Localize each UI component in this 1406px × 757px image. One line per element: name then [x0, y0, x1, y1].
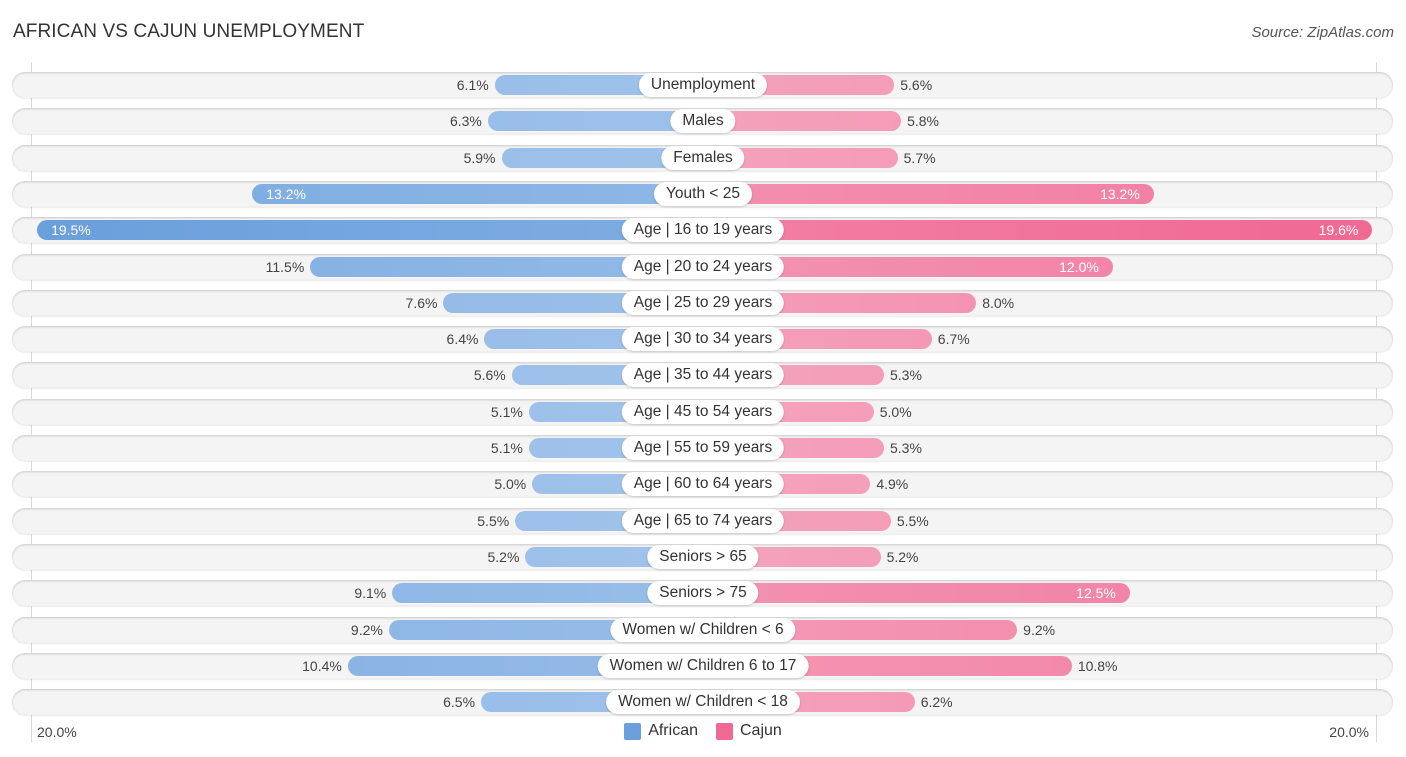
category-label-males: Males	[670, 109, 736, 133]
bar-cajun-age-16-to-19-years[interactable]	[703, 220, 1373, 240]
value-label-african-seniors-75: 9.1%	[354, 585, 387, 601]
value-label-cajun-age-16-to-19-years: 19.6%	[1318, 222, 1359, 238]
value-label-african-women-w-children-18: 6.5%	[443, 694, 476, 710]
value-label-african-age-45-to-54-years: 5.1%	[490, 404, 523, 420]
value-label-cajun-age-25-to-29-years: 8.0%	[982, 295, 1015, 311]
value-label-african-women-w-children-6: 9.2%	[350, 622, 383, 638]
value-label-african-age-25-to-29-years: 7.6%	[405, 295, 438, 311]
value-label-cajun-age-35-to-44-years: 5.3%	[889, 367, 922, 383]
category-label-women-w-children-18: Women w/ Children < 18	[606, 690, 800, 714]
category-label-unemployment: Unemployment	[638, 73, 768, 97]
category-label-age-20-to-24-years: Age | 20 to 24 years	[621, 255, 785, 279]
value-label-african-age-30-to-34-years: 6.4%	[446, 331, 479, 347]
value-label-cajun-males: 5.8%	[907, 113, 939, 129]
value-label-cajun-youth-25: 13.2%	[1100, 186, 1140, 202]
category-label-age-55-to-59-years: Age | 55 to 59 years	[621, 436, 785, 460]
category-label-age-25-to-29-years: Age | 25 to 29 years	[621, 291, 785, 315]
category-label-women-w-children-6-to-17: Women w/ Children 6 to 17	[597, 654, 809, 678]
value-label-african-seniors-65: 5.2%	[487, 549, 520, 565]
value-label-cajun-women-w-children-18: 6.2%	[920, 694, 953, 710]
category-label-youth-25: Youth < 25	[654, 182, 752, 206]
value-label-cajun-age-45-to-54-years: 5.0%	[879, 404, 912, 420]
legend-item-cajun[interactable]: Cajun	[715, 722, 782, 740]
value-label-cajun-seniors-65: 5.2%	[886, 549, 919, 565]
category-label-age-65-to-74-years: Age | 65 to 74 years	[621, 509, 785, 533]
category-label-seniors-65: Seniors > 65	[647, 545, 759, 569]
category-label-seniors-75: Seniors > 75	[647, 581, 759, 605]
legend-item-african[interactable]: African	[624, 722, 698, 740]
category-label-women-w-children-6: Women w/ Children < 6	[610, 618, 796, 642]
category-label-females: Females	[661, 146, 745, 170]
value-label-cajun-age-60-to-64-years: 4.9%	[876, 476, 909, 492]
value-label-cajun-age-30-to-34-years: 6.7%	[937, 331, 970, 347]
legend-label-cajun: Cajun	[739, 722, 782, 739]
value-label-cajun-women-w-children-6: 9.2%	[1023, 622, 1056, 638]
category-label-age-30-to-34-years: Age | 30 to 34 years	[621, 327, 785, 351]
value-label-cajun-seniors-75: 12.5%	[1076, 585, 1116, 601]
diverging-bar-chart: 6.1% 5.6% Unemployment 6.3% 5.8% Males 5.9% 5.7…	[0, 0, 1406, 757]
category-label-age-35-to-44-years: Age | 35 to 44 years	[621, 363, 785, 387]
value-label-african-youth-25: 13.2%	[266, 186, 306, 202]
value-label-cajun-unemployment: 5.6%	[900, 77, 933, 93]
value-label-cajun-age-55-to-59-years: 5.3%	[889, 440, 922, 456]
value-label-cajun-age-65-to-74-years: 5.5%	[896, 513, 929, 529]
category-label-age-45-to-54-years: Age | 45 to 54 years	[621, 400, 785, 424]
value-label-african-age-16-to-19-years: 19.5%	[51, 222, 91, 238]
bar-cajun-youth-25[interactable]	[703, 184, 1154, 204]
value-label-african-females: 5.9%	[463, 150, 496, 166]
bar-african-youth-25[interactable]	[252, 184, 703, 204]
value-label-african-age-60-to-64-years: 5.0%	[494, 476, 527, 492]
value-label-cajun-women-w-children-6-to-17: 10.8%	[1077, 658, 1118, 674]
legend-label-african: African	[648, 722, 698, 739]
legend: African Cajun	[0, 722, 1406, 740]
category-label-age-60-to-64-years: Age | 60 to 64 years	[621, 472, 785, 496]
value-label-african-age-65-to-74-years: 5.5%	[477, 513, 510, 529]
value-label-cajun-females: 5.7%	[903, 150, 936, 166]
category-label-age-16-to-19-years: Age | 16 to 19 years	[621, 218, 785, 242]
value-label-african-age-35-to-44-years: 5.6%	[473, 367, 506, 383]
value-label-african-males: 6.3%	[449, 113, 482, 129]
legend-swatch-cajun	[715, 722, 733, 740]
value-label-african-women-w-children-6-to-17: 10.4%	[302, 658, 342, 674]
bar-african-age-16-to-19-years[interactable]	[37, 220, 703, 240]
bar-cajun-seniors-75[interactable]	[703, 583, 1130, 603]
value-label-african-unemployment: 6.1%	[456, 77, 489, 93]
legend-swatch-african	[624, 722, 642, 740]
value-label-african-age-20-to-24-years: 11.5%	[265, 259, 305, 275]
value-label-cajun-age-20-to-24-years: 12.0%	[1059, 259, 1099, 275]
value-label-african-age-55-to-59-years: 5.1%	[490, 440, 523, 456]
